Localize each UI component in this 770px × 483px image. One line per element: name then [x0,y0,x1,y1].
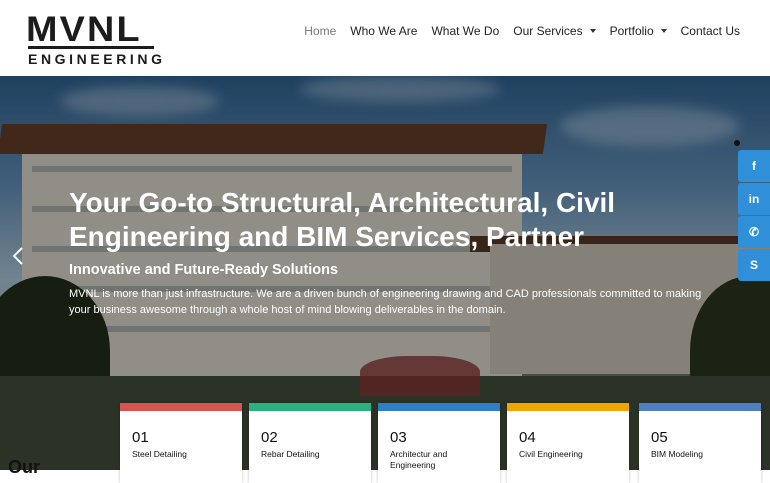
chevron-down-icon [660,29,667,33]
logo-subtitle: ENGINEERING [28,51,166,67]
nav-item-contact-us[interactable]: Contact Us [681,24,740,38]
section-heading: Our [8,457,41,477]
service-card-civil-engineering[interactable]: 04 Civil Engineering [507,403,629,483]
service-card-steel-detailing[interactable]: 01 Steel Detailing [120,403,242,483]
social-share-bar: f in ✆ S [738,150,770,282]
hero-title: Your Go-to Structural, Architectural, Ci… [69,187,616,252]
hero-description: MVNL is more than just infrastructure. W… [69,288,702,316]
facebook-share-button[interactable]: f [738,150,770,182]
main-nav: Home Who We Are What We Do Our Services … [290,0,740,62]
hero-subtitle: Innovative and Future-Ready Solutions [69,262,339,278]
card-label: Rebar Detailing [261,449,320,459]
service-card-bim-modeling[interactable]: 05 BIM Modeling [639,403,761,483]
linkedin-icon: in [748,192,760,206]
facebook-icon: f [752,159,756,173]
nav-item-portfolio[interactable]: Portfolio [610,24,667,38]
nav-item-home[interactable]: Home [304,24,336,38]
nav-item-our-services[interactable]: Our Services [513,24,596,38]
nav-item-who-we-are[interactable]: Who We Are [350,24,417,38]
logo-underline [28,46,154,49]
nav-label: Our Services [513,24,583,38]
logo[interactable]: MVNL ENGINEERING [26,10,162,66]
site-header: MVNL ENGINEERING Home Who We Are What We… [0,0,770,76]
card-label: Steel Detailing [132,449,187,459]
linkedin-share-button[interactable]: in [738,183,770,215]
chevron-left-icon[interactable] [10,246,26,266]
nav-label: Portfolio [609,24,654,38]
nav-item-what-we-do[interactable]: What We Do [431,24,499,38]
skype-icon: S [749,258,758,272]
card-label: Civil Engineering [519,449,583,459]
nav-label: Who We Are [350,24,418,38]
card-number: 01 [132,429,149,446]
logo-wordmark: MVNL [26,10,142,49]
card-number: 05 [651,429,668,446]
card-label: Architectur and Engineering [390,449,448,470]
card-number: 03 [390,429,407,446]
service-card-architecture-engineering[interactable]: 03 Architectur and Engineering [378,403,500,483]
slider-dot[interactable] [734,140,740,146]
card-label: BIM Modeling [651,449,703,459]
whatsapp-icon: ✆ [748,225,760,239]
card-number: 02 [261,429,278,446]
skype-share-button[interactable]: S [738,249,770,281]
nav-label: What We Do [431,24,500,38]
service-card-rebar-detailing[interactable]: 02 Rebar Detailing [249,403,371,483]
chevron-down-icon [589,29,596,33]
nav-label: Contact Us [680,24,740,38]
card-number: 04 [519,429,536,446]
whatsapp-share-button[interactable]: ✆ [738,216,770,248]
nav-label: Home [304,24,337,38]
